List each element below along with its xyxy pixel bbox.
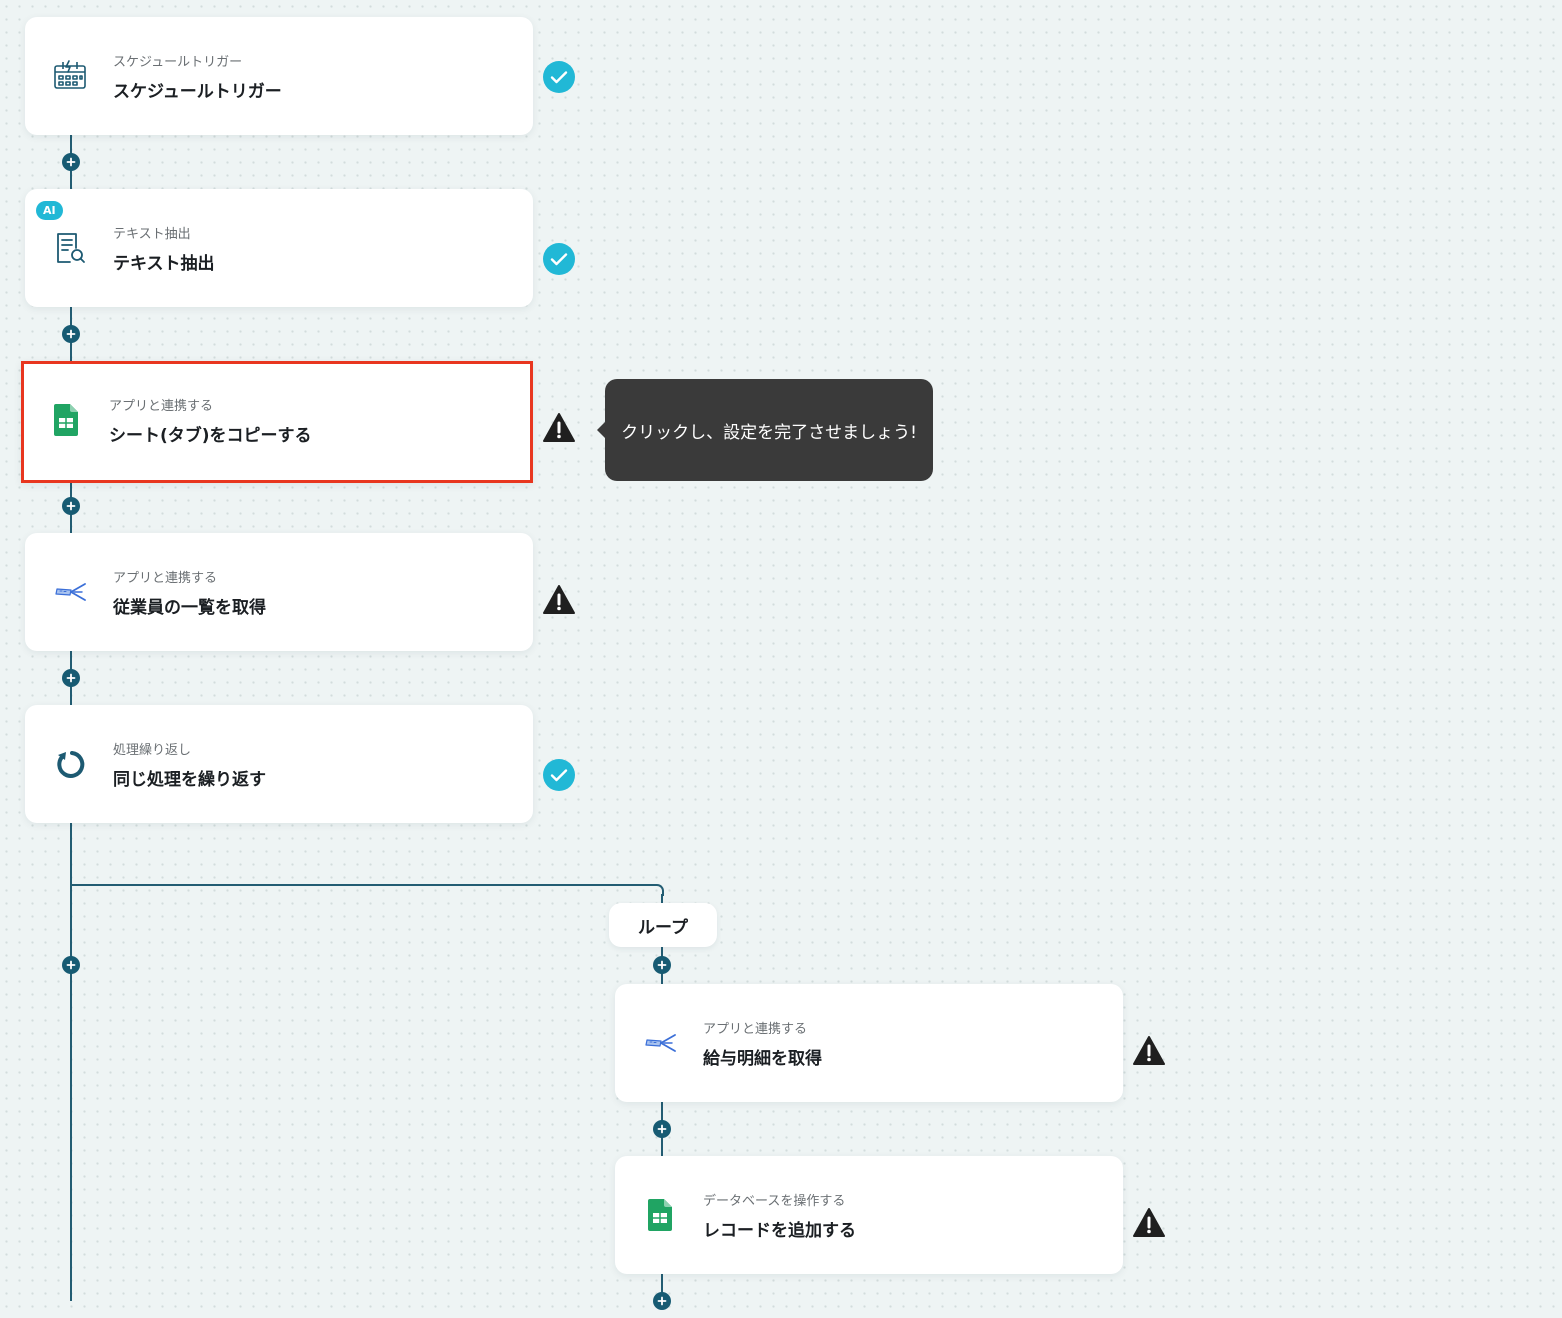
step-card-get-payslip[interactable]: アプリと連携する 給与明細を取得: [615, 984, 1123, 1102]
warning-icon: [543, 585, 575, 614]
step-card-schedule-trigger[interactable]: スケジュールトリガー スケジュールトリガー: [25, 17, 533, 135]
warning-icon: [543, 413, 575, 442]
step-subtitle: アプリと連携する: [113, 571, 218, 586]
step-subtitle: スケジュールトリガー: [113, 55, 243, 70]
step-subtitle: アプリと連携する: [109, 399, 214, 414]
document-search-icon: [52, 230, 88, 266]
step-title: スケジュールトリガー: [113, 82, 282, 102]
loop-label: ループ: [638, 917, 688, 938]
step-title: 従業員の一覧を取得: [113, 598, 266, 618]
step-subtitle: データベースを操作する: [703, 1194, 846, 1209]
tooltip-text: クリックし、設定を完了させましょう!: [621, 422, 917, 443]
step-subtitle: 処理繰り返し: [113, 743, 192, 758]
add-step-button[interactable]: [62, 325, 80, 343]
add-step-button[interactable]: [653, 1120, 671, 1138]
plus-icon: [657, 960, 667, 970]
hint-tooltip: クリックし、設定を完了させましょう!: [597, 379, 933, 481]
add-step-button[interactable]: [62, 153, 80, 171]
step-title: シート(タブ)をコピーする: [109, 426, 312, 446]
plus-icon: [66, 960, 76, 970]
loop-branch-label: ループ: [609, 903, 717, 947]
check-icon: [543, 759, 575, 791]
loop-arrow-icon: [52, 746, 88, 782]
step-card-text-extraction[interactable]: AI テキスト抽出 テキスト抽出: [25, 189, 533, 307]
payroll-app-icon: [52, 574, 88, 610]
plus-icon: [66, 501, 76, 511]
step-title: 給与明細を取得: [703, 1049, 822, 1069]
google-sheets-icon: [48, 402, 84, 438]
google-sheets-icon: [642, 1197, 678, 1233]
step-subtitle: アプリと連携する: [703, 1022, 808, 1037]
add-step-button[interactable]: [62, 669, 80, 687]
flow-canvas: スケジュールトリガー スケジュールトリガー AI テキスト抽出 テキスト抽出 ア…: [0, 0, 1562, 1318]
warning-icon: [1133, 1208, 1165, 1237]
add-step-button[interactable]: [653, 1292, 671, 1310]
connector-line: [70, 884, 656, 886]
step-subtitle: テキスト抽出: [113, 227, 191, 242]
ai-badge: AI: [36, 201, 63, 220]
plus-icon: [66, 329, 76, 339]
plus-icon: [657, 1296, 667, 1306]
step-card-add-record[interactable]: データベースを操作する レコードを追加する: [615, 1156, 1123, 1274]
add-step-button[interactable]: [62, 956, 80, 974]
check-icon: [543, 61, 575, 93]
calendar-bolt-icon: [52, 58, 88, 94]
check-icon: [543, 243, 575, 275]
warning-icon: [1133, 1036, 1165, 1065]
add-step-button[interactable]: [62, 497, 80, 515]
step-title: レコードを追加する: [703, 1221, 856, 1241]
step-card-employee-list[interactable]: アプリと連携する 従業員の一覧を取得: [25, 533, 533, 651]
step-title: テキスト抽出: [113, 254, 215, 274]
step-title: 同じ処理を繰り返す: [113, 770, 266, 790]
add-step-button[interactable]: [653, 956, 671, 974]
plus-icon: [66, 157, 76, 167]
plus-icon: [66, 673, 76, 683]
step-card-repeat[interactable]: 処理繰り返し 同じ処理を繰り返す: [25, 705, 533, 823]
payroll-app-icon: [642, 1025, 678, 1061]
plus-icon: [657, 1124, 667, 1134]
step-card-copy-sheet[interactable]: アプリと連携する シート(タブ)をコピーする: [21, 361, 533, 483]
